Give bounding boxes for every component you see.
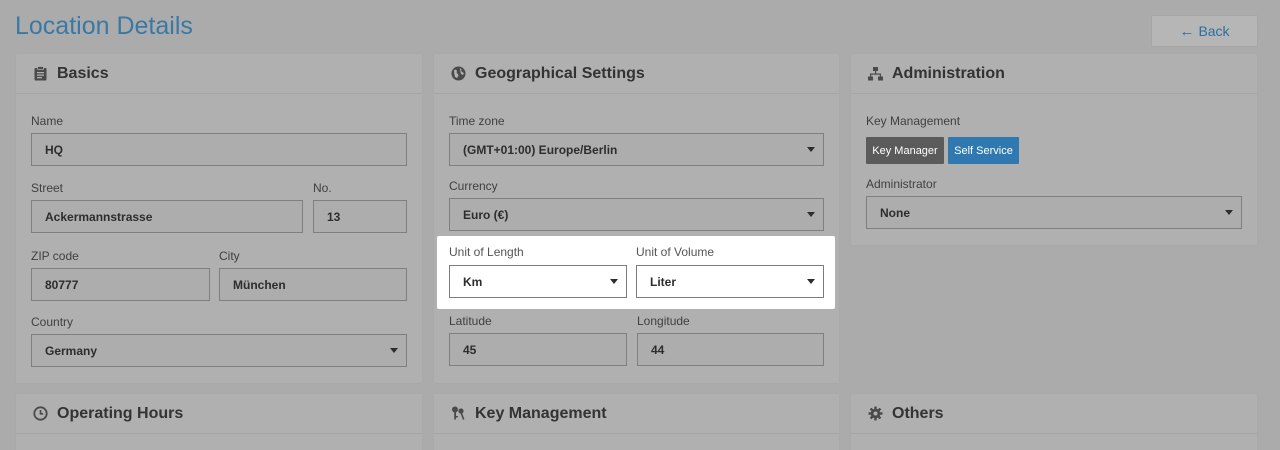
geo-header: Geographical Settings — [434, 54, 839, 94]
sitemap-icon — [867, 66, 883, 82]
operating-hours-header[interactable]: Operating Hours — [16, 394, 422, 434]
others-title: Others — [892, 404, 944, 422]
back-button[interactable]: ← Back — [1151, 15, 1258, 47]
admin-title: Administration — [892, 64, 1005, 82]
volume-value: Liter — [650, 274, 677, 289]
timezone-value: (GMT+01:00) Europe/Berlin — [463, 142, 618, 157]
admin-header: Administration — [851, 54, 1257, 94]
key-management-label: Key Management — [866, 114, 961, 128]
longitude-input[interactable]: 44 — [637, 333, 824, 366]
administrator-value: None — [880, 205, 910, 220]
currency-value: Euro (€) — [463, 207, 509, 222]
street-label: Street — [31, 181, 64, 195]
operating-hours-panel: Operating Hours — [15, 393, 423, 450]
country-select[interactable]: Germany — [31, 334, 407, 367]
length-label: Unit of Length — [449, 245, 524, 259]
keys-icon — [450, 406, 466, 422]
chevron-down-icon — [807, 147, 815, 152]
chevron-down-icon — [1225, 210, 1233, 215]
chevron-down-icon — [807, 212, 815, 217]
geo-title: Geographical Settings — [475, 64, 645, 82]
others-panel: Others — [850, 393, 1258, 450]
basics-header: Basics — [16, 54, 422, 94]
globe-icon — [450, 66, 466, 82]
city-label: City — [219, 249, 240, 263]
arrow-left-icon: ← — [1179, 22, 1195, 40]
key-management-title: Key Management — [475, 404, 607, 422]
others-header[interactable]: Others — [851, 394, 1257, 434]
zip-label: ZIP code — [31, 249, 79, 263]
timezone-select[interactable]: (GMT+01:00) Europe/Berlin — [449, 133, 824, 166]
key-manager-button[interactable]: Key Manager — [866, 137, 944, 164]
country-label: Country — [31, 315, 74, 329]
street-input[interactable]: Ackermannstrasse — [31, 200, 303, 233]
back-label: Back — [1198, 23, 1230, 39]
no-label: No. — [313, 181, 332, 195]
clock-icon — [32, 406, 48, 422]
latitude-label: Latitude — [449, 314, 492, 328]
volume-label: Unit of Volume — [636, 245, 715, 259]
currency-label: Currency — [449, 179, 498, 193]
chevron-down-icon — [390, 348, 398, 353]
length-select[interactable]: Km — [449, 265, 627, 298]
name-label: Name — [31, 114, 64, 128]
gear-icon — [867, 406, 883, 422]
units-highlight: Unit of Length Km Unit of Volume Liter — [437, 236, 835, 309]
volume-select[interactable]: Liter — [636, 265, 824, 298]
self-service-button[interactable]: Self Service — [948, 137, 1019, 164]
timezone-label: Time zone — [449, 114, 505, 128]
administrator-select[interactable]: None — [866, 196, 1242, 229]
no-input[interactable]: 13 — [313, 200, 407, 233]
zip-input[interactable]: 80777 — [31, 268, 210, 301]
currency-select[interactable]: Euro (€) — [449, 198, 824, 231]
latitude-input[interactable]: 45 — [449, 333, 627, 366]
key-management-panel: Key Management — [433, 393, 840, 450]
operating-hours-title: Operating Hours — [57, 404, 184, 422]
page-title: Location Details — [15, 12, 193, 40]
city-input[interactable]: München — [219, 268, 407, 301]
administrator-label: Administrator — [866, 177, 937, 191]
key-management-header[interactable]: Key Management — [434, 394, 839, 434]
length-value: Km — [463, 274, 483, 289]
name-input[interactable]: HQ — [31, 133, 407, 166]
chevron-down-icon — [610, 279, 618, 284]
clipboard-icon — [32, 66, 48, 82]
chevron-down-icon — [807, 279, 815, 284]
longitude-label: Longitude — [637, 314, 690, 328]
country-value: Germany — [45, 343, 98, 358]
basics-title: Basics — [57, 64, 109, 82]
